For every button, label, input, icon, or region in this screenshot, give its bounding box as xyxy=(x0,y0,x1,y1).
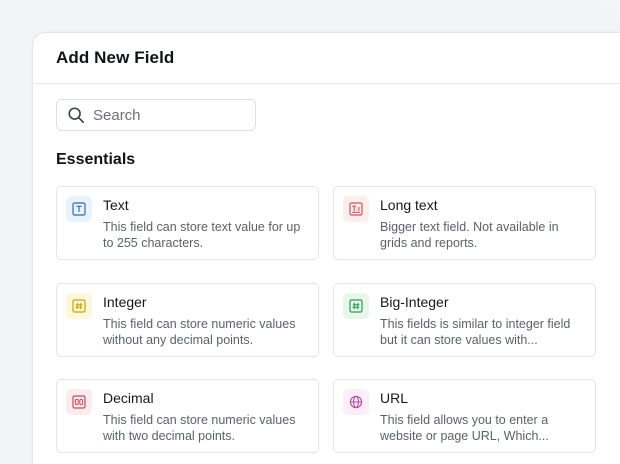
search-box[interactable] xyxy=(56,99,256,131)
field-card-long-text[interactable]: Long text Bigger text field. Not availab… xyxy=(333,186,596,260)
field-card-integer[interactable]: Integer This field can store numeric val… xyxy=(56,283,319,357)
add-field-dialog: Add New Field Essentials Text This field… xyxy=(32,32,620,464)
integer-field-icon xyxy=(66,293,92,319)
dialog-header: Add New Field xyxy=(33,33,620,84)
field-name: Long text xyxy=(380,197,438,213)
search-icon xyxy=(68,107,85,124)
dialog-title: Add New Field xyxy=(56,48,175,67)
field-card-url[interactable]: URL This field allows you to enter a web… xyxy=(333,379,596,453)
text-field-icon xyxy=(66,196,92,222)
field-description: This fields is similar to integer field … xyxy=(380,317,571,347)
field-name: Big-Integer xyxy=(380,294,449,310)
url-field-icon xyxy=(343,389,369,415)
field-card-big-integer[interactable]: Big-Integer This fields is similar to in… xyxy=(333,283,596,357)
field-card-text[interactable]: Text This field can store text value for… xyxy=(56,186,319,260)
big-integer-field-icon xyxy=(343,293,369,319)
field-name: Text xyxy=(103,197,129,213)
field-card-decimal[interactable]: Decimal This field can store numeric val… xyxy=(56,379,319,453)
field-description: This field can store numeric values with… xyxy=(103,413,296,443)
field-name: Decimal xyxy=(103,390,154,406)
section-title: Essentials xyxy=(56,151,136,168)
decimal-field-icon xyxy=(66,389,92,415)
field-name: Integer xyxy=(103,294,147,310)
field-name: URL xyxy=(380,390,409,406)
long-text-field-icon xyxy=(343,196,369,222)
search-input[interactable] xyxy=(93,106,243,124)
field-description: This field allows you to enter a website… xyxy=(380,413,549,443)
field-description: This field can store numeric values with… xyxy=(103,317,296,347)
field-description: This field can store text value for up t… xyxy=(103,220,301,250)
field-description: Bigger text field. Not available in grid… xyxy=(380,220,559,250)
